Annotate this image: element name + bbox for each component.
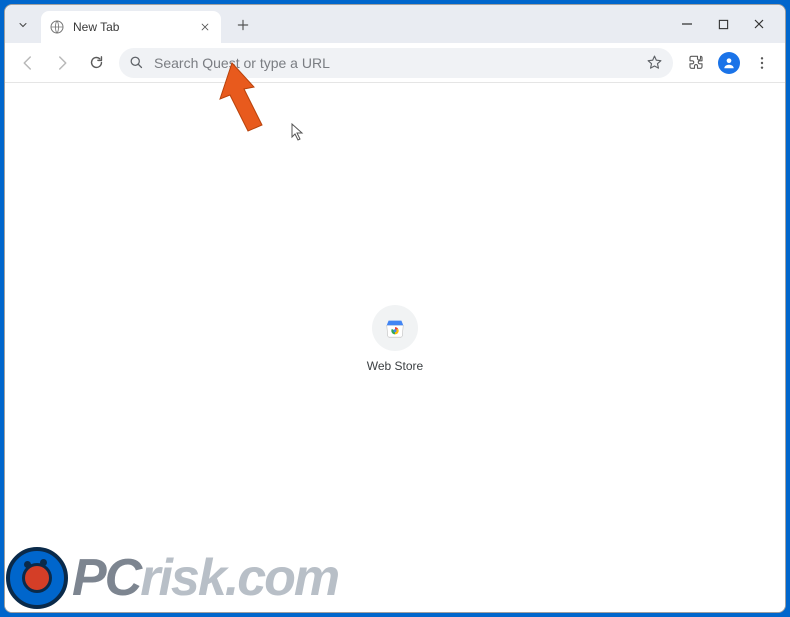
tab-search-button[interactable] xyxy=(11,13,35,37)
minimize-icon xyxy=(681,18,693,30)
close-icon xyxy=(753,18,765,30)
omnibox[interactable] xyxy=(119,48,673,78)
forward-button[interactable] xyxy=(47,48,77,78)
arrow-left-icon xyxy=(19,54,37,72)
maximize-button[interactable] xyxy=(705,9,741,39)
extensions-button[interactable] xyxy=(681,48,711,78)
tab-title: New Tab xyxy=(73,20,189,34)
minimize-button[interactable] xyxy=(669,9,705,39)
reload-icon xyxy=(88,54,105,71)
reload-button[interactable] xyxy=(81,48,111,78)
shortcut-label: Web Store xyxy=(367,359,423,373)
tab-close-button[interactable] xyxy=(197,19,213,35)
profile-button[interactable] xyxy=(715,49,743,77)
close-icon xyxy=(200,22,210,32)
window-close-button[interactable] xyxy=(741,9,777,39)
new-tab-page: Web Store xyxy=(5,83,785,612)
toolbar xyxy=(5,43,785,83)
kebab-icon xyxy=(754,55,770,71)
back-button[interactable] xyxy=(13,48,43,78)
chevron-down-icon xyxy=(17,19,29,31)
chrome-store-icon xyxy=(384,317,406,339)
window-controls xyxy=(669,9,777,39)
search-icon xyxy=(129,55,144,70)
maximize-icon xyxy=(718,19,729,30)
new-tab-button[interactable] xyxy=(229,11,257,39)
menu-button[interactable] xyxy=(747,48,777,78)
tab-strip: New Tab xyxy=(5,5,785,43)
star-icon xyxy=(646,54,663,71)
shortcut-web-store[interactable]: Web Store xyxy=(340,305,450,373)
tab-new-tab[interactable]: New Tab xyxy=(41,11,221,43)
browser-window: New Tab xyxy=(4,4,786,613)
puzzle-icon xyxy=(687,54,705,72)
address-input[interactable] xyxy=(154,55,636,71)
plus-icon xyxy=(236,18,250,32)
avatar-icon xyxy=(718,52,740,74)
globe-icon xyxy=(49,19,65,35)
bookmark-button[interactable] xyxy=(646,54,663,71)
shortcut-icon-bg xyxy=(372,305,418,351)
arrow-right-icon xyxy=(53,54,71,72)
